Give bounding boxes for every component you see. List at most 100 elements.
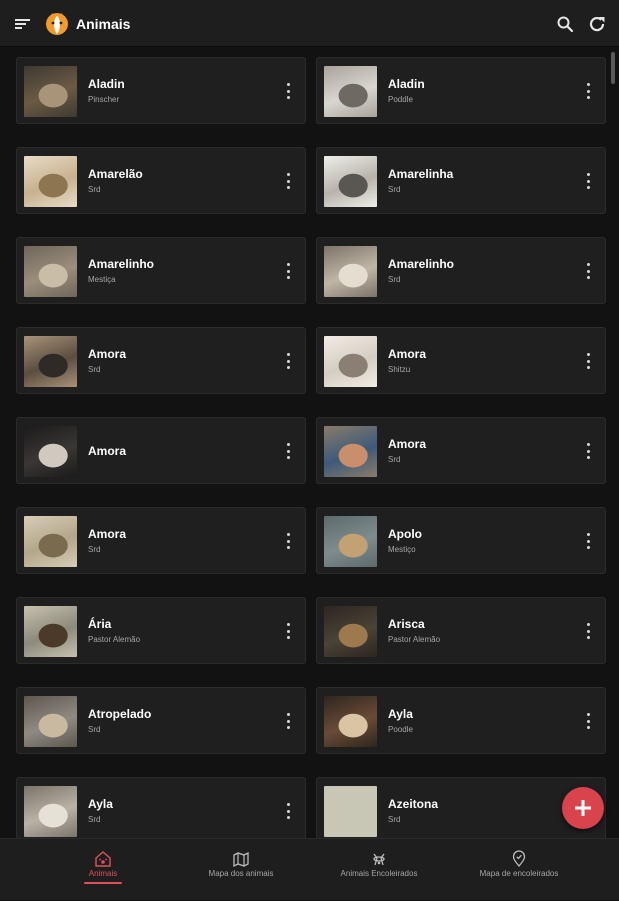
animal-name: Amora xyxy=(388,437,427,451)
animal-breed: Pinscher xyxy=(88,95,120,104)
animal-photo xyxy=(324,426,377,477)
nav-item-mapa-dos-animais[interactable]: Mapa dos animais xyxy=(164,839,318,901)
animal-name: Atropelado xyxy=(88,707,152,721)
animal-photo xyxy=(24,336,77,387)
animal-breed: Srd xyxy=(88,815,101,824)
animal-card[interactable]: Amarelinha Srd xyxy=(316,147,606,214)
page-title: Animais xyxy=(76,16,131,32)
more-vert-icon[interactable] xyxy=(585,533,591,549)
scrollbar[interactable] xyxy=(611,52,615,84)
animal-photo xyxy=(324,786,377,837)
nav-item-mapa-de-encoleirados[interactable]: Mapa de encoleirados xyxy=(442,839,596,901)
animal-name: Amarelão xyxy=(88,167,143,181)
plus-icon xyxy=(575,800,591,816)
animal-breed: Shitzu xyxy=(388,365,411,374)
animal-breed: Srd xyxy=(88,365,101,374)
animal-card[interactable]: Ária Pastor Alemão xyxy=(16,597,306,664)
animal-name: Apolo xyxy=(388,527,422,541)
animal-name: Amora xyxy=(88,347,127,361)
nav-label-mapa-de-encoleirados: Mapa de encoleirados xyxy=(479,869,559,878)
animal-photo xyxy=(324,66,377,117)
animal-photo xyxy=(24,696,77,747)
more-vert-icon[interactable] xyxy=(285,623,291,639)
animal-card[interactable]: Amarelinho Mestiça xyxy=(16,237,306,304)
animal-card[interactable]: Apolo Mestiço xyxy=(316,507,606,574)
more-vert-icon[interactable] xyxy=(585,173,591,189)
animal-breed: Poddle xyxy=(388,95,413,104)
animal-photo xyxy=(24,156,77,207)
animal-breed: Srd xyxy=(388,815,401,824)
animal-photo xyxy=(324,156,377,207)
paw-house-icon xyxy=(95,851,111,867)
animal-card[interactable]: Amora Srd xyxy=(316,417,606,484)
animal-name: Azeitona xyxy=(388,797,439,811)
bottom-navigation: Animais Mapa dos animais Animais Encolei… xyxy=(0,838,619,900)
animal-card[interactable]: Ayla Poodle xyxy=(316,687,606,754)
animal-photo xyxy=(24,246,77,297)
animal-card[interactable]: Aladin Poddle xyxy=(316,57,606,124)
more-vert-icon[interactable] xyxy=(585,353,591,369)
animal-name: Aladin xyxy=(88,77,125,91)
animal-breed: Poodle xyxy=(388,725,413,734)
animal-breed: Pastor Alemão xyxy=(88,635,141,644)
animal-card[interactable]: Amora Shitzu xyxy=(316,327,606,394)
nav-item-animais[interactable]: Animais xyxy=(26,839,180,901)
animal-photo xyxy=(24,786,77,837)
animal-name: Amora xyxy=(88,444,127,458)
animal-card[interactable]: Atropelado Srd xyxy=(16,687,306,754)
more-vert-icon[interactable] xyxy=(285,83,291,99)
menu-icon[interactable] xyxy=(14,15,32,33)
more-vert-icon[interactable] xyxy=(585,713,591,729)
more-vert-icon[interactable] xyxy=(285,263,291,279)
animal-breed: Srd xyxy=(88,185,101,194)
more-vert-icon[interactable] xyxy=(285,533,291,549)
more-vert-icon[interactable] xyxy=(285,713,291,729)
more-vert-icon[interactable] xyxy=(285,353,291,369)
animal-name: Amarelinho xyxy=(388,257,455,271)
animal-breed: Srd xyxy=(388,455,401,464)
animal-card[interactable]: Amora Srd xyxy=(16,327,306,394)
more-vert-icon[interactable] xyxy=(585,623,591,639)
search-icon[interactable] xyxy=(556,15,574,33)
animal-card[interactable]: Arisca Pastor Alemão xyxy=(316,597,606,664)
nav-label-animais: Animais xyxy=(88,869,118,878)
animal-photo xyxy=(24,516,77,567)
animal-list[interactable]: Aladin Pinscher Aladin Poddle Amarelão S… xyxy=(0,47,619,838)
active-tab-indicator xyxy=(84,882,122,884)
animal-card[interactable]: Amora xyxy=(16,417,306,484)
animal-photo xyxy=(324,696,377,747)
more-vert-icon[interactable] xyxy=(285,443,291,459)
animal-photo xyxy=(24,606,77,657)
cat-dog-logo xyxy=(46,13,68,35)
animal-photo xyxy=(24,426,77,477)
more-vert-icon[interactable] xyxy=(585,443,591,459)
animal-card[interactable]: Ayla Srd xyxy=(16,777,306,838)
animal-breed: Mestiço xyxy=(388,545,416,554)
more-vert-icon[interactable] xyxy=(285,803,291,819)
animal-name: Amarelinha xyxy=(388,167,454,181)
animal-photo xyxy=(324,336,377,387)
animal-name: Ayla xyxy=(388,707,413,721)
animal-card[interactable]: Amarelinho Srd xyxy=(316,237,606,304)
nav-label-animais-encoleirados: Animais Encoleirados xyxy=(340,869,418,878)
animal-breed: Srd xyxy=(388,185,401,194)
animal-breed: Mestiça xyxy=(88,275,116,284)
animal-name: Aladin xyxy=(388,77,425,91)
refresh-icon[interactable] xyxy=(587,14,607,34)
animal-card[interactable]: Amora Srd xyxy=(16,507,306,574)
animal-name: Amora xyxy=(88,527,127,541)
nav-label-mapa-dos-animais: Mapa dos animais xyxy=(208,869,274,878)
more-vert-icon[interactable] xyxy=(585,263,591,279)
animal-card[interactable]: Aladin Pinscher xyxy=(16,57,306,124)
map-icon xyxy=(233,851,249,868)
add-animal-button[interactable] xyxy=(562,787,604,829)
animal-breed: Pastor Alemão xyxy=(388,635,441,644)
animal-card[interactable]: Amarelão Srd xyxy=(16,147,306,214)
animal-breed: Srd xyxy=(388,275,401,284)
location-pin-icon xyxy=(512,850,526,868)
more-vert-icon[interactable] xyxy=(285,173,291,189)
more-vert-icon[interactable] xyxy=(585,83,591,99)
animal-name: Amora xyxy=(388,347,427,361)
animal-breed: Srd xyxy=(88,725,101,734)
nav-item-animais-encoleirados[interactable]: Animais Encoleirados xyxy=(302,839,456,901)
